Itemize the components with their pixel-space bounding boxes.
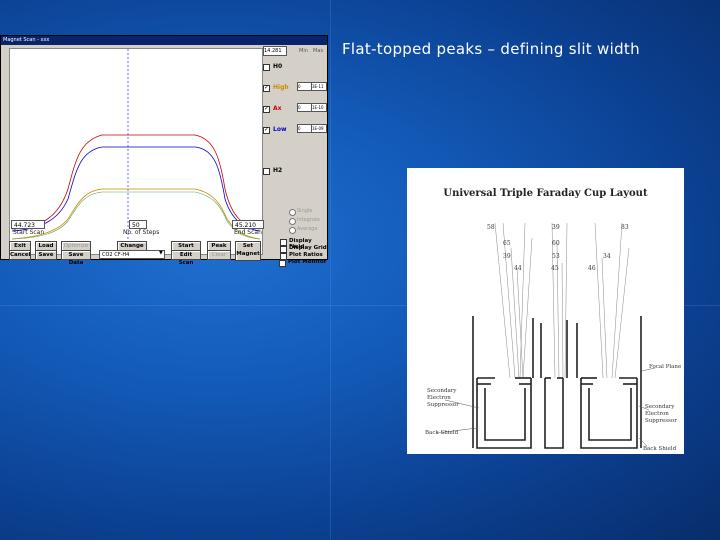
background-line (330, 0, 331, 540)
window-titlebar: Magnet Scan - xxx (1, 36, 327, 45)
plot-monitor-label: Plot Monitor (288, 259, 327, 265)
figure-number: 46 (588, 265, 596, 272)
plot-monitor-checkbox[interactable] (279, 260, 286, 267)
ax-checkbox[interactable]: ✓ (263, 105, 270, 113)
num-steps-field[interactable]: 50 (129, 220, 147, 229)
display-grid-label: Display Grid (289, 245, 327, 251)
chevron-down-icon: ▼ (159, 250, 163, 256)
magnet-scan-window: Magnet Scan - xxx 14.281 Min Max H0 ✓ Hi… (0, 35, 328, 266)
clear-button[interactable]: Clear (207, 250, 231, 260)
single-radio-label: Single (297, 208, 313, 214)
integrate-radio-label: Integrate (297, 217, 321, 223)
focal-plane-label: Focal Plane (649, 364, 682, 370)
low-checkbox[interactable]: ✓ (263, 126, 270, 134)
figure-number: 60 (552, 240, 560, 247)
display-grid-checkbox[interactable] (280, 246, 287, 253)
back-shield-right-label: Back Shield (643, 446, 677, 452)
h0-label: H0 (273, 63, 283, 70)
figure-number: 45 (551, 265, 559, 272)
end-scan-field[interactable]: 45.210 (232, 220, 264, 229)
min-column-label: Min (299, 48, 308, 54)
secondary-suppressor-right-label: Secondary Electron Suppressor (645, 404, 677, 424)
field-readout: 14.281 (263, 46, 287, 56)
edit-scan-button[interactable]: Edit Scan (171, 250, 201, 266)
figure-number: 34 (603, 253, 611, 260)
channel-panel: 14.281 Min Max H0 ✓ High 0 3E-11 ✓ Ax 0 … (263, 46, 327, 234)
ax-max-field[interactable]: 1E-10 (311, 103, 327, 112)
secondary-suppressor-left-label: Secondary Electron Suppressor (427, 388, 459, 408)
display-field-checkbox[interactable] (280, 239, 287, 246)
figure-number: 58 (487, 224, 495, 231)
ax-trace (11, 134, 261, 230)
plot-ratios-label: Plot Ratios (289, 252, 323, 258)
cancel-button[interactable]: Cancel (9, 250, 31, 260)
faraday-cup-figure: Universal Triple Faraday Cup Layout 58 3… (407, 168, 684, 454)
set-magnet-button[interactable]: Set Magnet (235, 241, 261, 261)
figure-number: 39 (503, 253, 511, 260)
plot-ratios-checkbox[interactable] (280, 253, 287, 260)
save-data-button[interactable]: Save Data (61, 250, 91, 266)
integrate-radio[interactable] (289, 218, 296, 225)
figure-number: 83 (621, 224, 629, 231)
max-column-label: Max (313, 48, 324, 54)
end-scan-label: End Scan (234, 229, 262, 236)
figure-number: 44 (514, 265, 522, 272)
figure-number: 65 (503, 240, 511, 247)
h0-checkbox[interactable] (263, 64, 270, 71)
low-max-field[interactable]: 1E-09 (311, 124, 327, 133)
start-scan-label: Start Scan (13, 229, 45, 236)
h2-checkbox[interactable] (263, 168, 270, 175)
low-label: Low (273, 126, 287, 133)
average-radio[interactable] (289, 227, 296, 234)
peak-select[interactable]: CO2 CF-H4 (99, 250, 165, 259)
high-label: High (273, 84, 289, 91)
start-scan-field[interactable]: 44.723 (11, 220, 45, 229)
high-checkbox[interactable]: ✓ (263, 84, 270, 92)
save-button[interactable]: Save (35, 250, 57, 260)
num-steps-label: No. of Steps (123, 229, 160, 236)
ax-label: Ax (273, 105, 282, 112)
back-shield-left-label: Back Shield (425, 430, 459, 436)
h2-label: H2 (273, 167, 283, 174)
faraday-cup-drawing (436, 222, 656, 449)
figure-number: 39 (552, 224, 560, 231)
average-radio-label: Average (297, 226, 318, 232)
figure-number: 53 (552, 253, 560, 260)
high-max-field[interactable]: 3E-11 (311, 82, 327, 91)
slide-title: Flat-topped peaks – defining slit width (342, 40, 640, 58)
single-radio[interactable] (289, 209, 296, 216)
